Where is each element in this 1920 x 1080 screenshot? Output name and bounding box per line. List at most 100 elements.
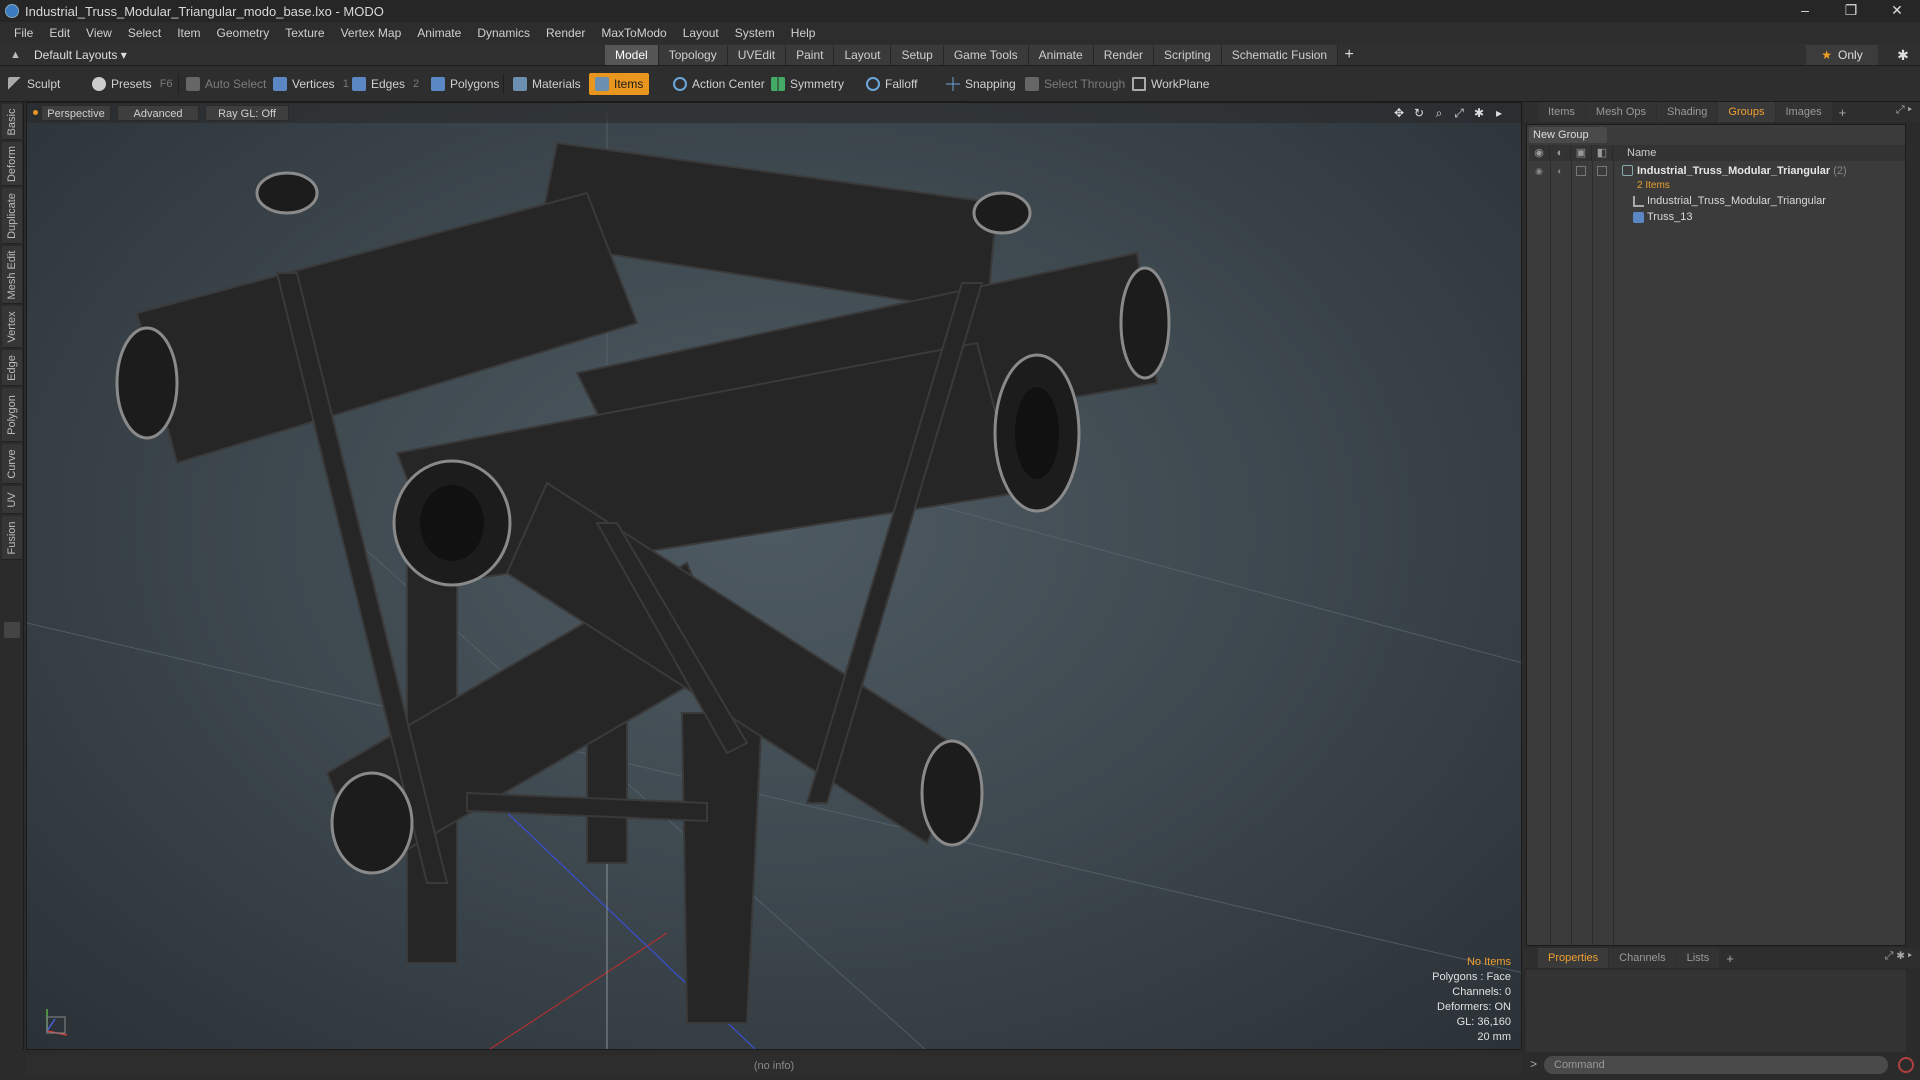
- tab-model[interactable]: Model: [605, 45, 659, 65]
- visibility-column-icon[interactable]: ◉: [1529, 145, 1550, 161]
- add-tab-icon[interactable]: +: [1338, 45, 1360, 65]
- tab-render[interactable]: Render: [1093, 45, 1155, 65]
- menu-texture[interactable]: Texture: [277, 22, 332, 44]
- action-center-icon: [673, 77, 687, 91]
- gear-icon[interactable]: ✱: [1894, 46, 1912, 64]
- left-tab-mesh-edit[interactable]: Mesh Edit: [2, 246, 22, 304]
- left-tab-polygon[interactable]: Polygon: [2, 388, 22, 442]
- falloff-button[interactable]: Falloff: [866, 73, 917, 95]
- tab-items[interactable]: Items: [1538, 102, 1585, 122]
- name-column-header[interactable]: Name: [1627, 147, 1656, 159]
- menu-layout[interactable]: Layout: [675, 22, 727, 44]
- sculpt-button[interactable]: Sculpt: [8, 73, 60, 95]
- panel-expand-icon[interactable]: ⤢ ▸: [1896, 104, 1912, 117]
- list-item[interactable]: Truss_13: [1529, 209, 1905, 225]
- tab-topology[interactable]: Topology: [658, 45, 728, 65]
- left-tab-deform[interactable]: Deform: [2, 142, 22, 186]
- menu-vertex-map[interactable]: Vertex Map: [333, 22, 410, 44]
- add-panel-tab-icon[interactable]: +: [1720, 951, 1740, 966]
- items-icon: [595, 77, 609, 91]
- left-tab-duplicate[interactable]: Duplicate: [2, 188, 22, 244]
- toggle-panel-button[interactable]: [4, 622, 20, 638]
- command-clear-icon[interactable]: [1898, 1057, 1914, 1073]
- auto-select-button[interactable]: Auto Select: [186, 73, 266, 95]
- tab-lists[interactable]: Lists: [1676, 948, 1720, 968]
- shading-mode-button[interactable]: Advanced: [117, 105, 199, 121]
- menu-dynamics[interactable]: Dynamics: [469, 22, 538, 44]
- zoom-icon[interactable]: ⌕: [1431, 105, 1447, 121]
- tab-paint[interactable]: Paint: [786, 45, 835, 65]
- lock-toggle-icon[interactable]: [1576, 166, 1586, 176]
- left-tab-fusion[interactable]: Fusion: [2, 516, 22, 560]
- list-item[interactable]: Industrial_Truss_Modular_Triangular: [1529, 193, 1905, 209]
- select-toggle-icon[interactable]: [1597, 166, 1607, 176]
- viewport-menu-dot[interactable]: [33, 110, 38, 115]
- menu-view[interactable]: View: [78, 22, 120, 44]
- edges-button[interactable]: Edges 2: [352, 73, 419, 95]
- close-button[interactable]: ✕: [1874, 0, 1920, 22]
- left-tab-vertex[interactable]: Vertex: [2, 306, 22, 348]
- menu-select[interactable]: Select: [120, 22, 169, 44]
- tab-scripting[interactable]: Scripting: [1154, 45, 1222, 65]
- 3d-viewport[interactable]: Perspective Advanced Ray GL: Off ✥ ↻ ⌕ ⤢…: [26, 102, 1522, 1050]
- groups-list[interactable]: New Group ◉ ◐ ▣ ◧ Name ◉ ◐ Industrial_Tr…: [1526, 124, 1906, 946]
- menu-geometry[interactable]: Geometry: [209, 22, 278, 44]
- action-center-button[interactable]: Action Center: [673, 73, 765, 95]
- menu-item[interactable]: Item: [169, 22, 208, 44]
- eye-icon[interactable]: ◉: [1534, 166, 1544, 176]
- tab-game-tools[interactable]: Game Tools: [943, 45, 1029, 65]
- left-tab-curve[interactable]: Curve: [2, 444, 22, 484]
- menu-render[interactable]: Render: [538, 22, 593, 44]
- menu-file[interactable]: File: [6, 22, 41, 44]
- select-column-icon[interactable]: ◧: [1592, 145, 1613, 161]
- command-input[interactable]: Command: [1544, 1056, 1888, 1074]
- render-toggle-icon[interactable]: ◐: [1555, 166, 1565, 176]
- tab-channels[interactable]: Channels: [1609, 948, 1676, 968]
- left-tab-basic[interactable]: Basic: [2, 104, 22, 140]
- viewport-expand-icon[interactable]: ▸: [1491, 105, 1507, 121]
- polygons-button[interactable]: Polygons: [431, 73, 499, 95]
- left-tab-edge[interactable]: Edge: [2, 350, 22, 386]
- menu-maxtomodo[interactable]: MaxToModo: [593, 22, 674, 44]
- tab-setup[interactable]: Setup: [891, 45, 944, 65]
- materials-button[interactable]: Materials: [513, 73, 581, 95]
- tab-schematic-fusion[interactable]: Schematic Fusion: [1221, 45, 1339, 65]
- presets-button[interactable]: Presets F6: [92, 73, 173, 95]
- menu-edit[interactable]: Edit: [41, 22, 78, 44]
- select-through-button[interactable]: Select Through: [1025, 73, 1125, 95]
- only-toggle[interactable]: ★ Only: [1806, 45, 1878, 65]
- tab-properties[interactable]: Properties: [1538, 948, 1609, 968]
- minimize-button[interactable]: –: [1782, 0, 1828, 22]
- collapse-up-icon[interactable]: ▲: [10, 49, 22, 61]
- truss-model-render[interactable]: [27, 103, 1522, 1050]
- new-group-button[interactable]: New Group: [1529, 127, 1607, 143]
- fit-icon[interactable]: ⤢: [1451, 105, 1467, 121]
- raygl-button[interactable]: Ray GL: Off: [205, 105, 289, 121]
- menu-help[interactable]: Help: [783, 22, 824, 44]
- restore-button[interactable]: ❐: [1828, 0, 1874, 22]
- tab-mesh-ops[interactable]: Mesh Ops: [1585, 102, 1657, 122]
- tab-images[interactable]: Images: [1775, 102, 1832, 122]
- workplane-button[interactable]: WorkPlane: [1132, 73, 1209, 95]
- symmetry-button[interactable]: Symmetry: [771, 73, 844, 95]
- pan-icon[interactable]: ✥: [1391, 105, 1407, 121]
- snapping-button[interactable]: Snapping: [946, 73, 1016, 95]
- tab-layout[interactable]: Layout: [834, 45, 892, 65]
- menu-animate[interactable]: Animate: [409, 22, 469, 44]
- left-tab-uv[interactable]: UV: [2, 486, 22, 514]
- vertices-button[interactable]: Vertices 1: [273, 73, 349, 95]
- lock-column-icon[interactable]: ▣: [1571, 145, 1592, 161]
- viewport-settings-icon[interactable]: ✱: [1471, 105, 1487, 121]
- tab-groups[interactable]: Groups: [1718, 102, 1775, 122]
- add-panel-tab-icon[interactable]: +: [1833, 105, 1853, 120]
- tab-uvedit[interactable]: UVEdit: [727, 45, 787, 65]
- menu-system[interactable]: System: [727, 22, 783, 44]
- tab-animate[interactable]: Animate: [1028, 45, 1094, 65]
- tab-shading[interactable]: Shading: [1657, 102, 1718, 122]
- rotate-icon[interactable]: ↻: [1411, 105, 1427, 121]
- items-button[interactable]: Items: [589, 73, 650, 95]
- view-mode-button[interactable]: Perspective: [41, 105, 111, 121]
- panel-expand-icon[interactable]: ⤢ ✱ ▸: [1885, 950, 1912, 963]
- render-column-icon[interactable]: ◐: [1550, 145, 1571, 161]
- layout-selector[interactable]: ▲ Default Layouts ▾: [10, 47, 127, 63]
